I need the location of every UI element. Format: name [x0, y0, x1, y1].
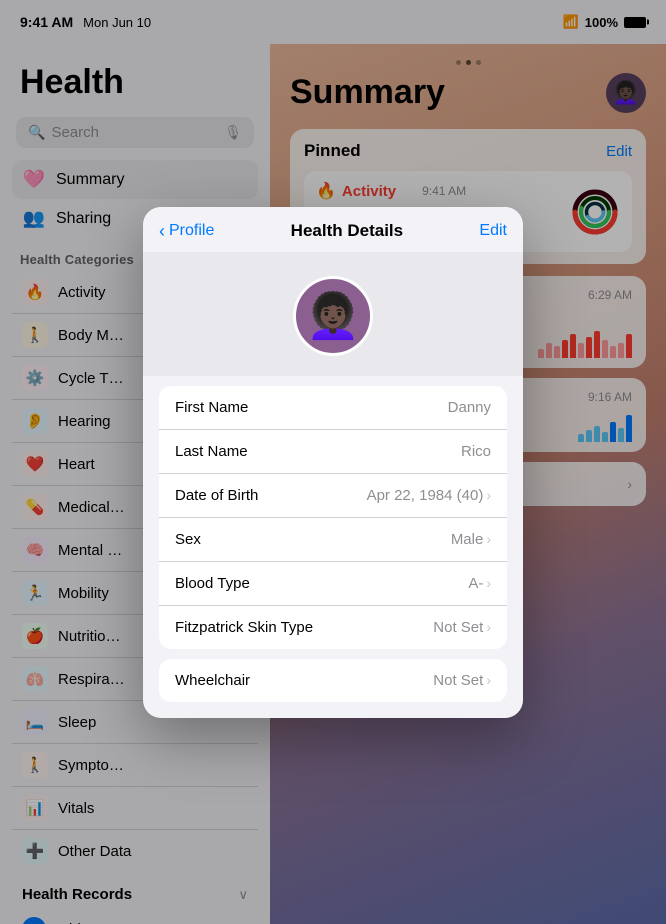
modal-back-label: Profile [169, 222, 214, 240]
avatar-emoji: 👩🏿‍🦱 [306, 290, 361, 342]
modal-back-button[interactable]: ‹ Profile [159, 221, 214, 242]
modal-title: Health Details [291, 221, 403, 241]
field-row-skin-type[interactable]: Fitzpatrick Skin Type Not Set › [159, 606, 507, 649]
skin-type-value: Not Set › [433, 619, 491, 636]
field-row-sex[interactable]: Sex Male › [159, 518, 507, 562]
field-row-dob[interactable]: Date of Birth Apr 22, 1984 (40) › [159, 474, 507, 518]
skin-type-chevron: › [486, 619, 491, 635]
health-details-modal: ‹ Profile Health Details Edit 👩🏿‍🦱 First… [143, 207, 523, 718]
first-name-value: Danny [448, 399, 491, 416]
modal-overlay[interactable]: ‹ Profile Health Details Edit 👩🏿‍🦱 First… [0, 0, 666, 924]
modal-avatar[interactable]: 👩🏿‍🦱 [293, 276, 373, 356]
sex-label: Sex [175, 531, 201, 548]
dob-chevron: › [486, 487, 491, 503]
last-name-label: Last Name [175, 443, 248, 460]
first-name-label: First Name [175, 399, 248, 416]
sex-chevron: › [486, 531, 491, 547]
last-name-value: Rico [461, 443, 491, 460]
wheelchair-label: Wheelchair [175, 672, 250, 689]
wheelchair-chevron: › [486, 672, 491, 688]
modal-fields-group2: Wheelchair Not Set › [159, 659, 507, 702]
dob-value: Apr 22, 1984 (40) › [367, 487, 491, 504]
blood-type-label: Blood Type [175, 575, 250, 592]
modal-fields-group1: First Name Danny Last Name Rico Date of … [159, 386, 507, 649]
wheelchair-value: Not Set › [433, 672, 491, 689]
modal-header: ‹ Profile Health Details Edit [143, 207, 523, 252]
modal-edit-button[interactable]: Edit [479, 222, 507, 240]
blood-type-chevron: › [486, 575, 491, 591]
field-row-wheelchair[interactable]: Wheelchair Not Set › [159, 659, 507, 702]
field-row-last-name[interactable]: Last Name Rico [159, 430, 507, 474]
field-row-blood-type[interactable]: Blood Type A- › [159, 562, 507, 606]
sex-value: Male › [451, 531, 491, 548]
back-chevron-icon: ‹ [159, 221, 165, 242]
skin-type-label: Fitzpatrick Skin Type [175, 619, 313, 636]
blood-type-value: A- › [468, 575, 491, 592]
modal-avatar-section: 👩🏿‍🦱 [143, 252, 523, 376]
field-row-first-name[interactable]: First Name Danny [159, 386, 507, 430]
dob-label: Date of Birth [175, 487, 258, 504]
